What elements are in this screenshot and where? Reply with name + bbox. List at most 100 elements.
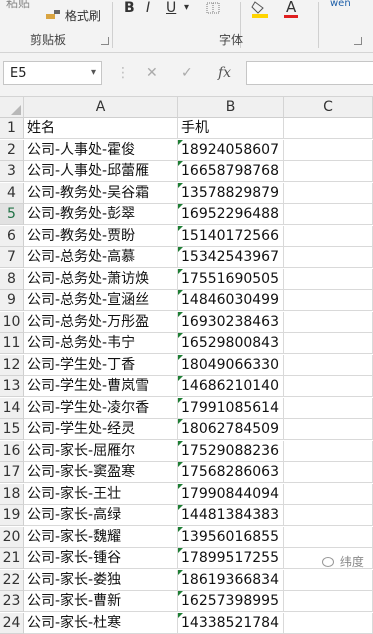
cell-empty[interactable] [284,591,373,612]
cell-name[interactable]: 姓名 [24,118,178,139]
cell-empty[interactable] [284,226,373,247]
row-header[interactable]: 1 [0,118,24,139]
cell-phone[interactable]: 13578829879 [178,183,284,204]
cell-empty[interactable] [284,613,373,634]
borders-button[interactable] [206,2,220,17]
error-indicator-icon[interactable] [178,505,183,510]
italic-button[interactable]: I [146,0,150,16]
cell-name[interactable]: 公司-学生处-丁香 [24,355,178,376]
error-indicator-icon[interactable] [178,548,183,553]
error-indicator-icon[interactable] [178,527,183,532]
error-indicator-icon[interactable] [178,183,183,188]
chevron-down-icon[interactable]: ▾ [91,67,96,78]
font-launcher-icon[interactable] [354,37,362,45]
cell-phone[interactable]: 手机 [178,118,284,139]
cell-name[interactable]: 公司-教务处-贾盼 [24,226,178,247]
cell-empty[interactable] [284,269,373,290]
insert-function-button[interactable]: fx [218,65,231,81]
cell-phone[interactable]: 18049066330 [178,355,284,376]
cell-phone[interactable]: 16257398995 [178,591,284,612]
error-indicator-icon[interactable] [178,398,183,403]
cell-name[interactable]: 公司-家长-杜寒 [24,613,178,634]
cell-phone[interactable]: 14686210140 [178,376,284,397]
cell-empty[interactable] [284,376,373,397]
cell-phone[interactable]: 17529088236 [178,441,284,462]
cell-empty[interactable] [284,355,373,376]
cell-name[interactable]: 公司-家长-屈雁尔 [24,441,178,462]
cell-empty[interactable] [284,570,373,591]
cell-empty[interactable] [284,290,373,311]
row-header[interactable]: 8 [0,269,24,290]
error-indicator-icon[interactable] [178,355,183,360]
cell-empty[interactable] [284,505,373,526]
cell-phone[interactable]: 14481384383 [178,505,284,526]
cell-empty[interactable] [284,161,373,182]
format-painter-button[interactable]: 格式刷 [45,7,101,24]
row-header[interactable]: 15 [0,419,24,440]
cell-name[interactable]: 公司-人事处-邱蕾雁 [24,161,178,182]
cell-name[interactable]: 公司-总务处-万彤盈 [24,312,178,333]
cell-empty[interactable] [284,333,373,354]
underline-menu-chevron-icon[interactable]: ▾ [184,2,189,13]
cell-phone[interactable]: 16529800843 [178,333,284,354]
cell-name[interactable]: 公司-总务处-韦宁 [24,333,178,354]
error-indicator-icon[interactable] [178,441,183,446]
cell-phone[interactable]: 17991085614 [178,398,284,419]
bold-button[interactable]: B [124,0,135,16]
cell-empty[interactable] [284,204,373,225]
row-header[interactable]: 12 [0,355,24,376]
cell-name[interactable]: 公司-学生处-曹岚雪 [24,376,178,397]
row-header[interactable]: 23 [0,591,24,612]
row-header[interactable]: 24 [0,613,24,634]
cell-empty[interactable] [284,118,373,139]
error-indicator-icon[interactable] [178,140,183,145]
row-header[interactable]: 6 [0,226,24,247]
row-header[interactable]: 21 [0,548,24,569]
cell-name[interactable]: 公司-学生处-经灵 [24,419,178,440]
cell-phone[interactable]: 15342543967 [178,247,284,268]
row-header[interactable]: 10 [0,312,24,333]
error-indicator-icon[interactable] [178,290,183,295]
row-header[interactable]: 9 [0,290,24,311]
error-indicator-icon[interactable] [178,484,183,489]
column-header-a[interactable]: A [24,97,178,118]
cell-name[interactable]: 公司-家长-王壮 [24,484,178,505]
cell-phone[interactable]: 15140172566 [178,226,284,247]
cell-empty[interactable] [284,183,373,204]
cell-empty[interactable] [284,484,373,505]
cell-name[interactable]: 公司-家长-高绿 [24,505,178,526]
error-indicator-icon[interactable] [178,161,183,166]
enter-icon[interactable]: ✓ [181,65,193,81]
row-header[interactable]: 20 [0,527,24,548]
cell-empty[interactable] [284,140,373,161]
row-header[interactable]: 14 [0,398,24,419]
row-header[interactable]: 17 [0,462,24,483]
select-all-corner[interactable] [0,97,24,118]
cell-phone[interactable]: 14338521784 [178,613,284,634]
underline-button[interactable]: U [166,0,176,16]
fill-color-button[interactable] [251,0,269,21]
error-indicator-icon[interactable] [178,570,183,575]
cancel-icon[interactable]: ✕ [146,65,158,81]
cell-name[interactable]: 公司-总务处-宣涵丝 [24,290,178,311]
cell-name[interactable]: 公司-人事处-霍俊 [24,140,178,161]
cell-name[interactable]: 公司-家长-锺谷 [24,548,178,569]
cell-name[interactable]: 公司-家长-曹新 [24,591,178,612]
row-header[interactable]: 7 [0,247,24,268]
cell-name[interactable]: 公司-家长-窦盈寒 [24,462,178,483]
cell-name[interactable]: 公司-总务处-高慕 [24,247,178,268]
phonetic-guide-button[interactable]: wén [330,0,351,9]
cell-phone[interactable]: 17568286063 [178,462,284,483]
error-indicator-icon[interactable] [178,419,183,424]
cell-phone[interactable]: 17551690505 [178,269,284,290]
cell-empty[interactable] [284,419,373,440]
row-header[interactable]: 22 [0,570,24,591]
error-indicator-icon[interactable] [178,613,183,618]
formula-input[interactable] [246,61,373,85]
row-header[interactable]: 16 [0,441,24,462]
cell-phone[interactable]: 18619366834 [178,570,284,591]
font-color-button[interactable]: A [284,0,298,18]
row-header[interactable]: 18 [0,484,24,505]
clipboard-launcher-icon[interactable] [101,37,109,45]
cell-empty[interactable] [284,527,373,548]
